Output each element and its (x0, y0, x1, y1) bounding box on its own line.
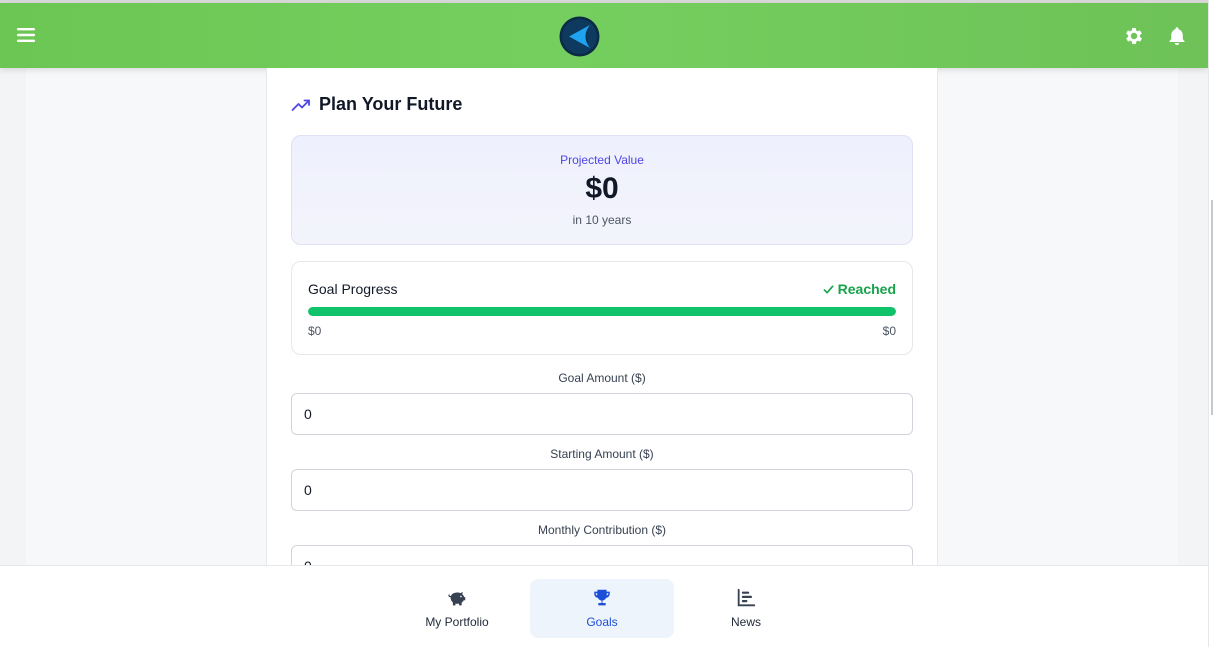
nav-label-news: News (730, 615, 761, 629)
top-app-bar (0, 3, 1208, 68)
goal-amount-input[interactable] (291, 393, 913, 435)
goal-progress-max: $0 (882, 324, 896, 338)
goal-progress-panel: Goal Progress Reached $0 $0 (291, 261, 913, 355)
check-icon (823, 284, 834, 294)
hamburger-menu-icon[interactable] (16, 25, 36, 45)
goal-status-text: Reached (837, 281, 896, 297)
starting-amount-label: Starting Amount ($) (550, 447, 654, 461)
piggy-bank-icon (448, 591, 466, 606)
projected-value-timeframe: in 10 years (572, 213, 632, 227)
nav-label-goals: Goals (586, 615, 618, 629)
nav-my-portfolio[interactable]: My Portfolio (385, 579, 529, 638)
bell-icon[interactable] (1166, 25, 1188, 47)
starting-amount-input[interactable] (291, 469, 913, 511)
trophy-icon (594, 589, 610, 606)
bottom-navigation: My Portfolio Goals News (0, 565, 1208, 647)
projected-value-panel: Projected Value $0 in 10 years (291, 135, 913, 245)
app-logo[interactable] (559, 16, 600, 57)
nav-news[interactable]: News (674, 579, 818, 638)
nav-label-my-portfolio: My Portfolio (425, 615, 489, 629)
card-title: Plan Your Future (291, 94, 462, 115)
projected-value-label: Projected Value (560, 153, 644, 167)
monthly-contribution-label: Monthly Contribution ($) (537, 523, 667, 537)
bar-chart-icon (737, 588, 756, 607)
projected-value-amount: $0 (585, 172, 619, 205)
gear-icon[interactable] (1123, 25, 1145, 47)
goal-progress-min: $0 (308, 324, 322, 338)
goal-progress-fill (308, 307, 896, 316)
goal-amount-label: Goal Amount ($) (558, 371, 646, 385)
plan-card: Plan Your Future Projected Value $0 in 1… (266, 68, 938, 588)
goal-progress-bar (308, 307, 896, 316)
goal-status: Reached (823, 281, 896, 297)
page-title: Plan Your Future (319, 94, 463, 114)
nav-goals[interactable]: Goals (530, 579, 674, 638)
window-scrollbar[interactable] (1208, 0, 1213, 647)
trending-up-icon (291, 99, 310, 111)
goal-progress-label: Goal Progress (308, 281, 398, 297)
